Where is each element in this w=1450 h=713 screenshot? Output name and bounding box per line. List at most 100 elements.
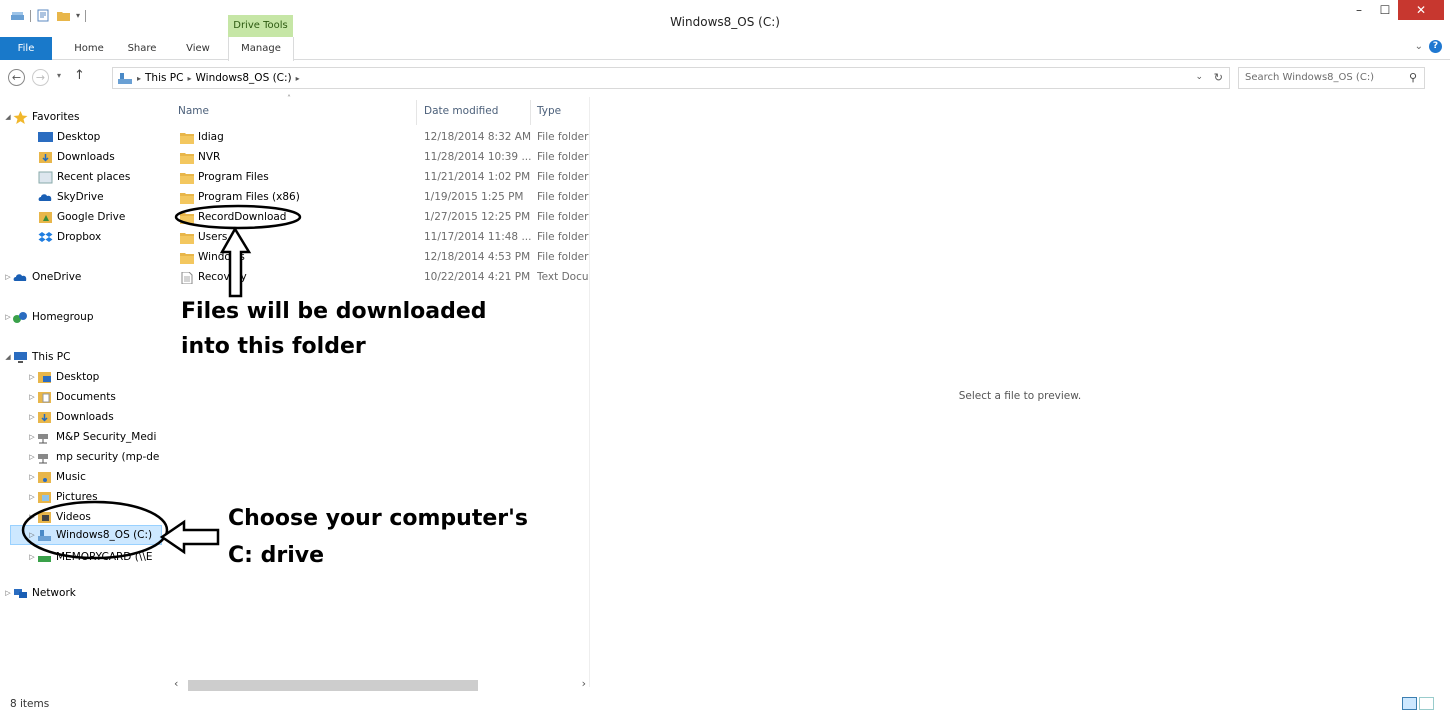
nav-fav-dropbox[interactable]: Dropbox [38, 228, 163, 246]
nav-pc-downloads[interactable]: ▷ Downloads [27, 408, 163, 426]
tab-share[interactable]: Share [120, 37, 164, 60]
nav-pc-network-drive-2[interactable]: ▷ mp security (mp-de [27, 448, 163, 466]
search-input[interactable]: Search Windows8_OS (C:) ⚲ [1238, 67, 1425, 89]
breadcrumb-this-pc[interactable]: This PC [145, 72, 183, 84]
file-name: Users [198, 231, 228, 243]
nav-fav-google-drive[interactable]: Google Drive [38, 208, 163, 226]
downloads-folder-icon [38, 411, 51, 423]
nav-favorites[interactable]: ◢ Favorites [3, 108, 163, 126]
nav-network[interactable]: ▷ Network [3, 584, 163, 602]
column-header-date-modified[interactable]: Date modified [424, 105, 498, 117]
nav-fav-desktop[interactable]: Desktop [38, 128, 163, 146]
file-type: File folder [537, 171, 589, 183]
expanded-arrow-icon[interactable]: ◢ [3, 353, 13, 361]
nav-pc-music[interactable]: ▷ Music [27, 468, 163, 486]
collapsed-arrow-icon[interactable]: ▷ [27, 433, 37, 441]
breadcrumb-chevron-icon[interactable]: ▸ [296, 74, 300, 83]
file-row[interactable]: Program Files 11/21/2014 1:02 PM File fo… [178, 168, 590, 188]
collapsed-arrow-icon[interactable]: ▷ [3, 313, 13, 321]
nav-pc-pictures[interactable]: ▷ Pictures [27, 488, 163, 506]
documents-folder-icon [38, 391, 51, 403]
network-icon [14, 588, 27, 598]
drive-annotation-line-1: Choose your computer's [228, 506, 528, 531]
collapsed-arrow-icon[interactable]: ▷ [27, 493, 37, 501]
forward-button[interactable]: → [32, 69, 49, 86]
nav-pc-videos[interactable]: ▷ Videos [27, 508, 163, 526]
close-button[interactable]: ✕ [1398, 0, 1444, 20]
nav-label: Videos [56, 511, 91, 523]
network-drive-icon [38, 433, 48, 443]
details-view-icon[interactable] [1402, 697, 1417, 710]
back-button[interactable]: ← [8, 69, 25, 86]
file-name: Recovery [198, 271, 247, 283]
file-row[interactable]: Windows 12/18/2014 4:53 PM File folder [178, 248, 590, 268]
nav-pc-documents[interactable]: ▷ Documents [27, 388, 163, 406]
minimize-button[interactable]: – [1346, 0, 1372, 20]
window-title: Windows8_OS (C:) [670, 15, 780, 29]
nav-label: mp security (mp-de [56, 451, 160, 463]
collapsed-arrow-icon[interactable]: ▷ [27, 393, 37, 401]
scroll-right-icon[interactable]: › [582, 677, 586, 690]
folder-annotation-line-1: Files will be downloaded [181, 299, 487, 324]
address-bar[interactable]: ▸ This PC ▸ Windows8_OS (C:) ▸ ⌄ ↻ [112, 67, 1230, 89]
file-row[interactable]: Program Files (x86) 1/19/2015 1:25 PM Fi… [178, 188, 590, 208]
collapsed-arrow-icon[interactable]: ▷ [27, 473, 37, 481]
nav-label: Desktop [57, 131, 101, 143]
collapsed-arrow-icon[interactable]: ▷ [3, 589, 13, 597]
help-icon[interactable]: ? [1429, 40, 1442, 53]
large-icons-view-icon[interactable] [1419, 697, 1434, 710]
file-row[interactable]: RecordDownload 1/27/2015 12:25 PM File f… [178, 208, 590, 228]
nav-pc-windows-drive[interactable]: ▷ Windows8_OS (C:) [10, 525, 162, 545]
collapsed-arrow-icon[interactable]: ▷ [27, 531, 37, 539]
refresh-icon[interactable]: ↻ [1214, 71, 1223, 84]
folder-icon [180, 233, 194, 244]
tab-file[interactable]: File [0, 37, 52, 60]
nav-this-pc[interactable]: ◢ This PC [3, 348, 163, 366]
breadcrumb-current-drive[interactable]: Windows8_OS (C:) [196, 72, 292, 84]
nav-fav-recent-places[interactable]: Recent places [38, 168, 163, 186]
breadcrumb-chevron-icon[interactable]: ▸ [187, 74, 191, 83]
nav-onedrive[interactable]: ▷ OneDrive [3, 268, 163, 286]
nav-pc-desktop[interactable]: ▷ Desktop [27, 368, 163, 386]
nav-fav-skydrive[interactable]: SkyDrive [38, 188, 163, 206]
file-type: File folder [537, 131, 589, 143]
file-list-pane: ˄ Name Date modified Type Idiag 12/18/20… [170, 94, 590, 687]
nav-label: Windows8_OS (C:) [56, 529, 153, 541]
search-icon[interactable]: ⚲ [1409, 68, 1417, 88]
file-date: 11/28/2014 10:39 ... [424, 151, 532, 163]
file-row[interactable]: NVR 11/28/2014 10:39 ... File folder [178, 148, 590, 168]
file-name: Program Files (x86) [198, 191, 300, 203]
scroll-thumb[interactable] [188, 680, 478, 691]
horizontal-scrollbar[interactable]: ‹ › [170, 677, 590, 693]
up-button[interactable]: ↑ [74, 68, 85, 83]
column-header-name[interactable]: Name [178, 105, 209, 117]
nav-pc-network-drive-1[interactable]: ▷ M&P Security_Medi [27, 428, 163, 446]
collapsed-arrow-icon[interactable]: ▷ [27, 373, 37, 381]
collapsed-arrow-icon[interactable]: ▷ [27, 513, 37, 521]
nav-pc-memorycard[interactable]: ▷ MEMORYCARD (\\E [27, 548, 163, 566]
collapsed-arrow-icon[interactable]: ▷ [27, 453, 37, 461]
nav-fav-downloads[interactable]: Downloads [38, 148, 163, 166]
scroll-track[interactable] [182, 680, 578, 691]
recent-locations-icon[interactable]: ▾ [57, 71, 61, 80]
nav-homegroup[interactable]: ▷ Homegroup [3, 308, 163, 326]
tab-view[interactable]: View [176, 37, 220, 60]
file-row[interactable]: Recovery 10/22/2014 4:21 PM Text Docu [178, 268, 590, 288]
collapsed-arrow-icon[interactable]: ▷ [27, 553, 37, 561]
column-header-type[interactable]: Type [537, 105, 561, 117]
tab-home[interactable]: Home [66, 37, 112, 60]
tab-manage[interactable]: Manage [228, 37, 294, 61]
file-row[interactable]: Users 11/17/2014 11:48 ... File folder [178, 228, 590, 248]
maximize-button[interactable]: ☐ [1372, 0, 1398, 20]
address-dropdown-icon[interactable]: ⌄ [1195, 72, 1203, 82]
expand-ribbon-icon[interactable]: ⌄ [1415, 41, 1423, 52]
collapsed-arrow-icon[interactable]: ▷ [27, 413, 37, 421]
column-divider[interactable] [416, 100, 417, 125]
file-row[interactable]: Idiag 12/18/2014 8:32 AM File folder [178, 128, 590, 148]
collapsed-arrow-icon[interactable]: ▷ [3, 273, 13, 281]
breadcrumb-chevron-icon[interactable]: ▸ [137, 74, 141, 83]
column-divider[interactable] [530, 100, 531, 125]
scroll-left-icon[interactable]: ‹ [174, 677, 178, 690]
expanded-arrow-icon[interactable]: ◢ [3, 113, 13, 121]
address-row: ← → ▾ ↑ ▸ This PC ▸ Windows8_OS (C:) ▸ ⌄… [0, 63, 1450, 93]
